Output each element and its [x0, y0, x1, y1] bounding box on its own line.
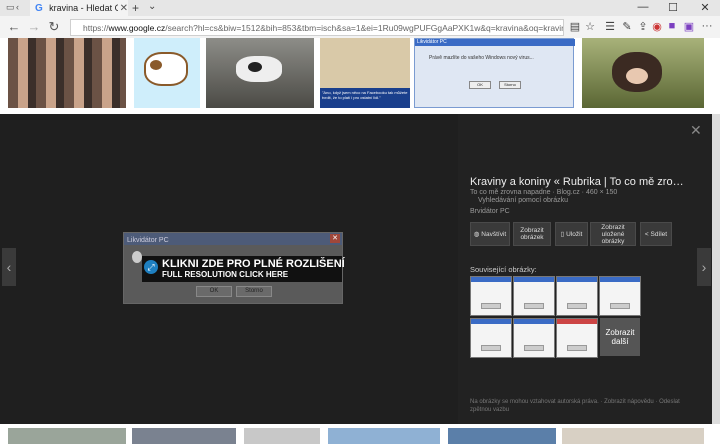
back-tabs-icon[interactable]: ‹ — [16, 2, 19, 12]
tab-google-search[interactable]: G kravina - Hledat Google ✕ — [30, 0, 128, 16]
related-image[interactable] — [556, 276, 598, 316]
image-results-row: "Ano, když jsem něco na Facebooku tak mů… — [0, 38, 720, 114]
result-image[interactable] — [132, 428, 236, 444]
result-image-meme[interactable]: "Ano, když jsem něco na Facebooku tak mů… — [320, 38, 410, 108]
small-dialog-text: Právě mazlíte do vašeho Windows nový vir… — [429, 55, 534, 61]
image-source-info: To co mě zrovna napadne · Blog.cz · 460 … — [470, 189, 618, 196]
forward-button[interactable]: → — [26, 19, 42, 34]
search-by-image-link[interactable]: Vyhledávání pomocí obrázku — [478, 197, 568, 204]
minimize-button[interactable]: — — [632, 1, 654, 13]
meme-caption: "Ano, když jsem něco na Facebooku tak mů… — [320, 88, 410, 108]
save-button[interactable]: ▯ Uložit — [555, 222, 588, 246]
banner-line-cz: KLIKNI ZDE PRO PLNÉ ROZLIŠENÍ — [162, 258, 345, 270]
previous-image-button[interactable]: ‹ — [2, 248, 16, 286]
copyright-footnote: Na obrázky se mohou vztahovat autorská p… — [470, 399, 680, 413]
address-bar: ← → ↻ https://www.google.cz/search?hl=cs… — [0, 16, 720, 39]
related-image[interactable] — [513, 276, 555, 316]
result-image-dialog-selected[interactable]: Likvidátor PC Právě mazlíte do vašeho Wi… — [414, 38, 575, 108]
google-icon: G — [35, 2, 43, 14]
info-icon — [132, 251, 142, 263]
web-note-icon[interactable]: ✎ — [620, 20, 634, 34]
extension-icon[interactable]: ▣ — [682, 20, 696, 34]
related-image[interactable] — [599, 276, 641, 316]
tab-menu-button[interactable]: ⌄ — [148, 1, 156, 12]
show-more-related-button[interactable]: Zobrazit další — [600, 318, 640, 356]
related-image[interactable] — [470, 318, 512, 358]
pocket-icon[interactable]: ◉ — [650, 20, 664, 34]
maximize-button[interactable]: ☐ — [662, 1, 684, 14]
url-prefix: https:// — [83, 22, 109, 33]
result-image[interactable] — [8, 428, 126, 444]
dialog-ok-button: OK — [196, 286, 232, 297]
title-bar: ▭ ‹ G kravina - Hledat Google ✕ + ⌄ — ☐ … — [0, 0, 720, 16]
url-domain: www.google.cz — [108, 22, 166, 33]
related-image[interactable] — [556, 318, 598, 358]
close-window-button[interactable]: ✕ — [694, 1, 716, 14]
image-results-row-bottom — [0, 424, 720, 444]
page-scrollbar[interactable] — [712, 114, 720, 424]
result-image-faces[interactable] — [8, 38, 126, 108]
result-image[interactable] — [562, 428, 704, 444]
view-saved-button[interactable]: Zobrazit uložené obrázky — [590, 222, 636, 246]
result-image[interactable] — [328, 428, 440, 444]
small-dialog-title: Likvidátor PC — [415, 39, 575, 46]
tab-close-icon[interactable]: ✕ — [120, 3, 128, 14]
small-dialog-storno: Storno — [499, 81, 521, 89]
tab-title: kravina - Hledat Google — [49, 3, 118, 13]
small-dialog-ok: OK — [469, 81, 491, 89]
favorite-star-icon[interactable]: ☆ — [583, 20, 597, 34]
result-image[interactable] — [448, 428, 556, 444]
new-tab-button[interactable]: + — [132, 1, 139, 15]
dialog-title: Likvidátor PC — [127, 237, 169, 244]
url-input[interactable]: https://www.google.cz/search?hl=cs&biw=1… — [70, 19, 564, 36]
link-icon: ⤢ — [144, 260, 158, 274]
result-image-cows-barn[interactable] — [206, 38, 314, 108]
tab-list-icon[interactable]: ▭ — [6, 2, 15, 13]
globe-icon: ◍ — [473, 230, 482, 238]
related-images-label: Související obrázky: — [470, 265, 537, 274]
related-image[interactable] — [513, 318, 555, 358]
image-title-link[interactable]: Kraviny a koniny « Rubrika | To co mě zr… — [470, 176, 706, 188]
more-menu-icon[interactable]: ··· — [700, 20, 714, 34]
dialog-titlebar: Likvidátor PC ✕ — [124, 233, 342, 245]
onenote-icon[interactable]: ■ — [665, 20, 679, 34]
dialog-close-icon: ✕ — [330, 234, 340, 243]
dialog-storno-button: Storno — [236, 286, 272, 297]
full-resolution-banner[interactable]: ⤢ KLIKNI ZDE PRO PLNÉ ROZLIŠENÍ FULL RES… — [142, 256, 345, 282]
share-toolbar-icon[interactable]: ⇪ — [636, 20, 650, 34]
share-button[interactable]: < Sdílet — [640, 222, 672, 246]
related-image[interactable] — [470, 276, 512, 316]
refresh-button[interactable]: ↻ — [46, 19, 62, 35]
image-site-name: Brvidátor PC — [470, 208, 510, 215]
favorites-hub-icon[interactable]: ☰ — [603, 20, 617, 34]
url-path: /search?hl=cs&biw=1512&bih=853&tbm=isch&… — [165, 22, 563, 33]
result-image-cows-field[interactable] — [582, 38, 704, 108]
result-image-cartoon-cow[interactable] — [134, 38, 200, 108]
result-image[interactable] — [244, 428, 320, 444]
close-viewer-icon[interactable]: ✕ — [690, 122, 702, 139]
view-image-button[interactable]: Zobrazit obrázek — [513, 222, 551, 246]
reading-view-icon[interactable]: ▤ — [568, 20, 582, 34]
next-image-button[interactable]: › — [697, 248, 711, 286]
visit-button[interactable]: ◍ Navštívit — [470, 222, 510, 246]
back-button[interactable]: ← — [6, 19, 22, 34]
banner-line-en: FULL RESOLUTION CLICK HERE — [162, 270, 289, 279]
